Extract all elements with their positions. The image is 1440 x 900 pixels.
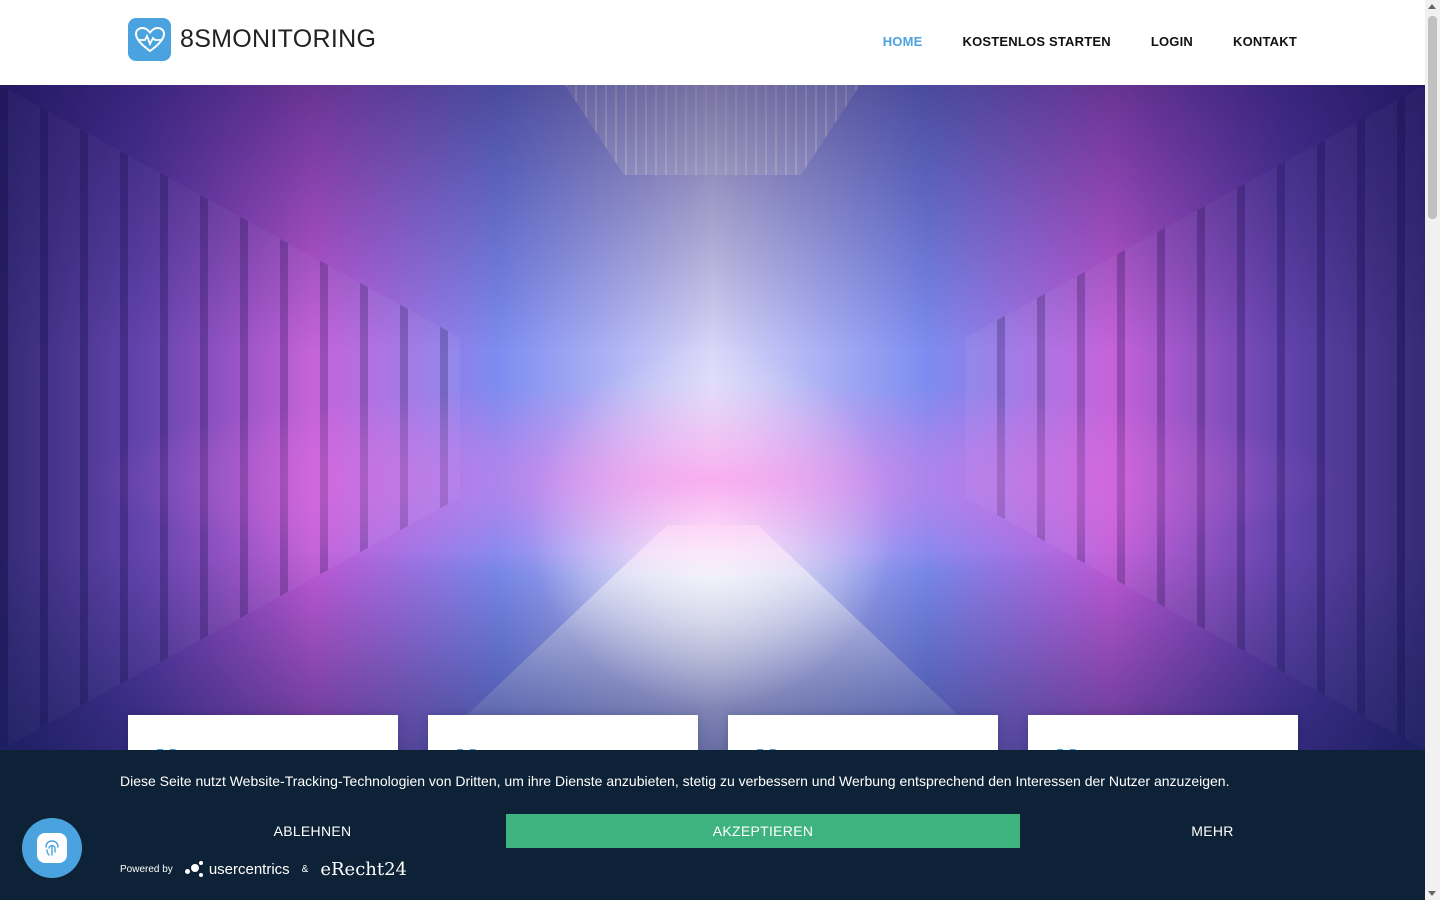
cookie-banner: Diese Seite nutzt Website-Tracking-Techn… <box>0 750 1425 900</box>
site-logo[interactable]: 8SMONITORING <box>128 18 376 61</box>
fingerprint-icon <box>37 833 67 863</box>
nav-login[interactable]: LOGIN <box>1151 34 1193 49</box>
hero-image <box>0 85 1425 750</box>
decline-button[interactable]: ABLEHNEN <box>120 814 505 848</box>
site-header: 8SMONITORING HOME KOSTENLOS STARTEN LOGI… <box>0 0 1425 85</box>
usercentrics-logo[interactable]: usercentrics <box>184 860 290 878</box>
heartbeat-icon <box>128 18 171 61</box>
nav-kontakt[interactable]: KONTAKT <box>1233 34 1297 49</box>
main-nav: HOME KOSTENLOS STARTEN LOGIN KONTAKT <box>883 34 1297 49</box>
powered-by: Powered by usercentrics & eRecht24 <box>120 854 407 884</box>
erecht24-logo[interactable]: eRecht24 <box>320 859 407 880</box>
scroll-up-arrow[interactable] <box>1428 4 1436 9</box>
privacy-settings-button[interactable] <box>22 818 82 878</box>
scroll-thumb[interactable] <box>1428 16 1437 219</box>
scroll-down-arrow[interactable] <box>1428 891 1436 896</box>
usercentrics-icon <box>184 860 207 878</box>
ampersand: & <box>301 863 309 875</box>
brand-name: 8SMONITORING <box>180 25 377 53</box>
accept-button[interactable]: AKZEPTIEREN <box>506 814 1020 848</box>
powered-by-label: Powered by <box>120 863 173 875</box>
cookie-text: Diese Seite nutzt Website-Tracking-Techn… <box>120 773 1230 789</box>
nav-home[interactable]: HOME <box>883 34 923 49</box>
page-scrollbar[interactable] <box>1425 0 1440 900</box>
nav-kostenlos-starten[interactable]: KOSTENLOS STARTEN <box>963 34 1111 49</box>
hero-glow <box>0 85 1425 750</box>
more-button[interactable]: MEHR <box>1020 814 1405 848</box>
erecht24-label: eRecht24 <box>320 858 408 880</box>
usercentrics-label: usercentrics <box>208 860 290 878</box>
